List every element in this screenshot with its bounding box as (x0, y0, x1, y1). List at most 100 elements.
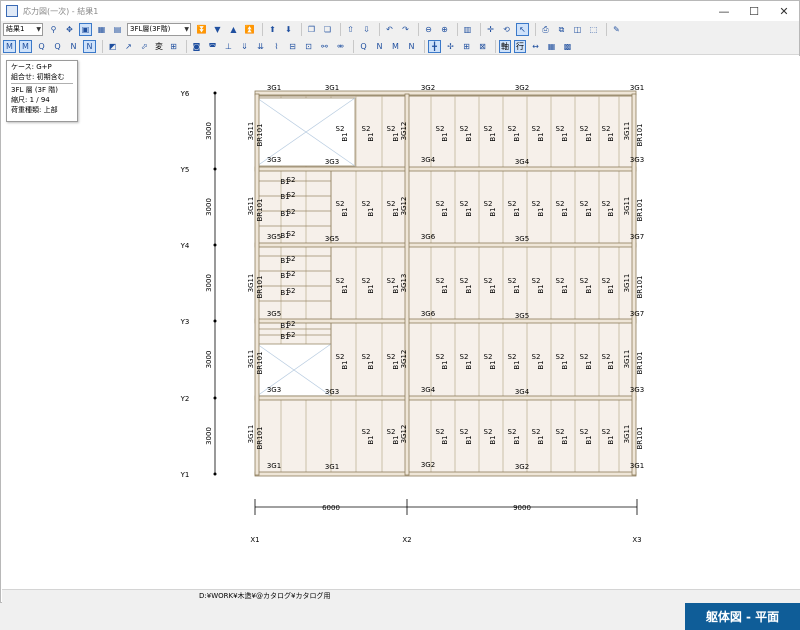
beam-label: B1 (367, 360, 375, 369)
sort-up-icon[interactable]: ⇧ (344, 23, 357, 36)
frame-3d-icon[interactable]: ▦ (95, 23, 108, 36)
slab-label: S2 (602, 200, 611, 208)
copy-icon[interactable]: ❐ (305, 23, 318, 36)
brace-label: BR101 (636, 275, 644, 298)
pin-icon[interactable]: ⚲ (47, 23, 60, 36)
note-icon[interactable]: ✎ (610, 23, 623, 36)
beam-label: B1 (280, 193, 289, 201)
beam-label: B1 (341, 207, 349, 216)
result-select[interactable]: 結果1 ▼ (3, 23, 43, 36)
move-icon[interactable]: ✛ (484, 23, 497, 36)
brace-label: BR101 (256, 275, 264, 298)
load-icon[interactable]: ⇓ (238, 40, 251, 53)
moment-m-button[interactable]: M (3, 39, 16, 53)
section-icon[interactable]: ⊞ (167, 40, 180, 53)
minimize-button[interactable]: — (709, 1, 739, 21)
beam-label: B1 (465, 435, 473, 444)
beam-icon[interactable]: ⊟ (286, 40, 299, 53)
print-preview-icon[interactable]: ⧉ (555, 23, 568, 36)
table-icon[interactable]: ▥ (461, 23, 474, 36)
beam-label: B1 (561, 132, 569, 141)
support-icon[interactable]: ⊥ (222, 40, 235, 53)
app-window: 応力図(一次) - 結果1 — ☐ ✕ 結果1 ▼ ⚲ ✥ ▣ ▦ ▤ 3FL層(… (0, 0, 800, 603)
grid-axis-icon[interactable]: ╋ (428, 39, 441, 53)
axis-direction-button[interactable]: 軸 (499, 39, 511, 53)
node-m-icon[interactable]: M (389, 40, 402, 53)
up-icon[interactable]: ▲ (227, 23, 240, 36)
node-icon[interactable]: ⊡ (302, 40, 315, 53)
zoom-in-icon[interactable]: ⊕ (438, 23, 451, 36)
girder-label: 3G2 (515, 84, 529, 92)
frame-icon[interactable]: ⊞ (460, 40, 473, 53)
down-icon[interactable]: ▼ (211, 23, 224, 36)
sort-down-icon[interactable]: ⇩ (360, 23, 373, 36)
deformation-button[interactable]: 変 (154, 40, 164, 53)
slab-label: S2 (508, 353, 517, 361)
paste-icon[interactable]: ❏ (321, 23, 334, 36)
arrow-icon[interactable]: ↗ (122, 40, 135, 53)
spring-icon[interactable]: ⌇ (270, 40, 283, 53)
slab-label: S2 (362, 200, 371, 208)
frame2-icon[interactable]: ⊠ (476, 40, 489, 53)
x-span-label: 6000 (322, 504, 340, 512)
view-toolbar: M M Q Q N N ◩ ↗ ⬀ 変 ⊞ ◙ ◚ ⊥ ⇓ ⇊ ⌇ ⊟ ⊡ ⚯ … (1, 38, 799, 55)
slab-label: S2 (602, 353, 611, 361)
undo-icon[interactable]: ↶ (383, 23, 396, 36)
info-panel: ケース: G+P 組合せ: 初期含む 3FL 層 (3F 階) 縮尺: 1 / … (6, 60, 78, 122)
structural-plan[interactable]: Y1 Y2 Y3 Y4 Y5 Y6 X1 X2 X3 3000 3000 3000 3000 3000 60… (2, 56, 800, 589)
link-icon[interactable]: ⚯ (318, 40, 331, 53)
drawing-canvas[interactable]: Y1 Y2 Y3 Y4 Y5 Y6 X1 X2 X3 3000 3000 3000 3000 3000 60… (2, 56, 800, 589)
fit-icon[interactable]: ▣ (79, 23, 92, 36)
shear-q-box-button[interactable]: Q (51, 40, 64, 53)
export-icon[interactable]: ▦ (545, 40, 558, 53)
window-icon[interactable]: ◫ (571, 23, 584, 36)
shear-q-button[interactable]: Q (35, 40, 48, 53)
floor-down-icon[interactable]: ⬇ (282, 23, 295, 36)
rotate-icon[interactable]: ⟲ (500, 23, 513, 36)
maximize-button[interactable]: ☐ (739, 1, 769, 21)
axis-label-y6: Y6 (180, 90, 190, 98)
beam-label: B1 (513, 207, 521, 216)
slab-label: S2 (362, 428, 371, 436)
diagram-icon[interactable]: ◩ (106, 40, 119, 53)
status-path: D:¥WORK¥木造¥@カタログ¥カタログ用 (199, 592, 331, 600)
camera2-icon[interactable]: ◚ (206, 40, 219, 53)
beam-label: B1 (341, 284, 349, 293)
floor-select[interactable]: 3FL層(3F階) ▼ (127, 23, 191, 36)
pan-icon[interactable]: ✥ (63, 23, 76, 36)
axial-n-button[interactable]: N (67, 40, 80, 53)
node-q-icon[interactable]: Q (357, 40, 370, 53)
arrow-box-icon[interactable]: ⬀ (138, 40, 151, 53)
layer-icon[interactable]: ▤ (111, 23, 124, 36)
info-load: 荷重種類: 上部 (11, 106, 58, 114)
dimension-icon[interactable]: ↔ (529, 40, 542, 53)
link2-icon[interactable]: ⚮ (334, 40, 347, 53)
print-icon[interactable]: ⎙ (539, 23, 552, 36)
zoom-out-icon[interactable]: ⊖ (422, 23, 435, 36)
output-icon[interactable]: ⬚ (587, 23, 600, 36)
camera-icon[interactable]: ◙ (190, 40, 203, 53)
close-button[interactable]: ✕ (769, 1, 799, 21)
select-arrow-icon[interactable]: ↖ (516, 23, 529, 36)
export2-icon[interactable]: ▩ (561, 40, 574, 53)
row-direction-button[interactable]: 行 (514, 39, 526, 53)
floor-up-icon[interactable]: ⬆ (266, 23, 279, 36)
beam-label: B1 (280, 257, 289, 265)
down-double-icon[interactable]: ⏬ (195, 23, 208, 36)
axial-n-box-button[interactable]: N (83, 39, 96, 53)
girder-y6 (254, 90, 637, 96)
slab-label: S2 (336, 353, 345, 361)
load2-icon[interactable]: ⇊ (254, 40, 267, 53)
slab-label: S2 (436, 277, 445, 285)
axis-icon[interactable]: ✢ (444, 40, 457, 53)
beam-label: B1 (441, 207, 449, 216)
slab-label: S2 (484, 353, 493, 361)
up-double-icon[interactable]: ⏫ (243, 23, 256, 36)
beam-label: B1 (465, 207, 473, 216)
node-n-icon[interactable]: N (373, 40, 386, 53)
beam-label: B1 (489, 284, 497, 293)
node-nf-icon[interactable]: N (405, 40, 418, 53)
slab-label: S2 (336, 125, 345, 133)
redo-icon[interactable]: ↷ (399, 23, 412, 36)
moment-m-box-button[interactable]: M (19, 39, 32, 53)
